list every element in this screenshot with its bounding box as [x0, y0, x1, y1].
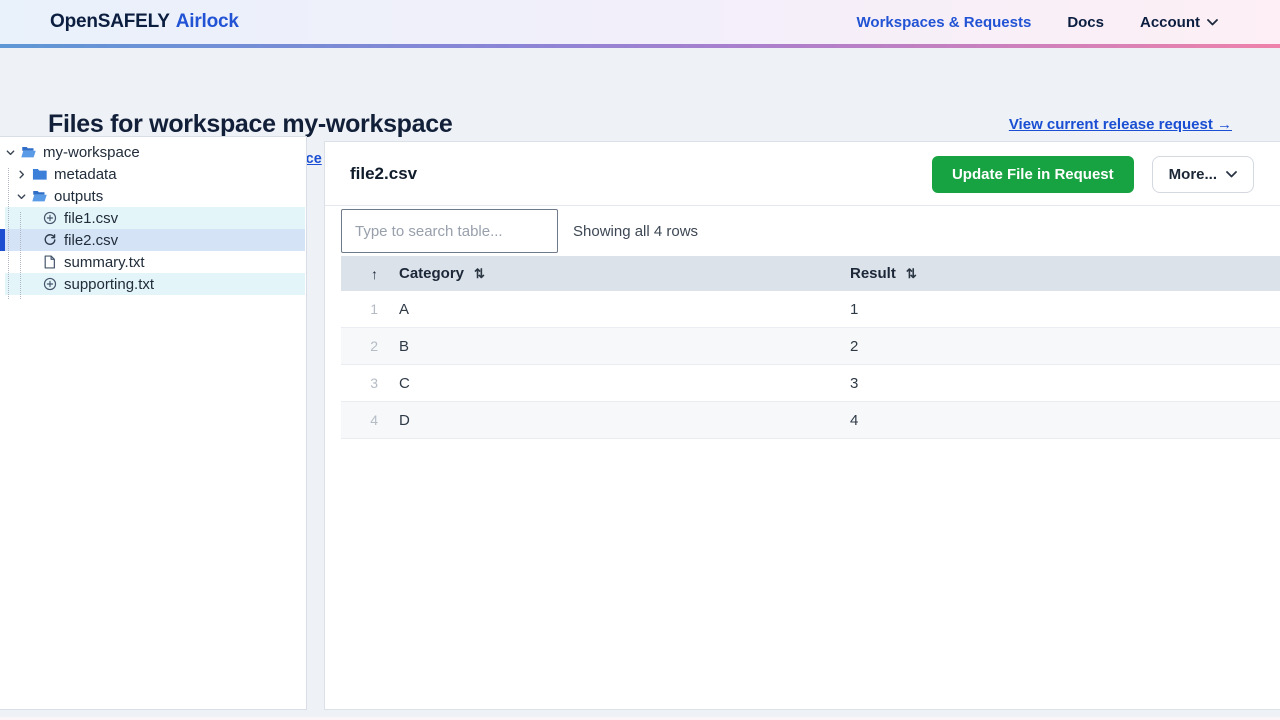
- tree-item-outputs[interactable]: outputs: [0, 185, 306, 207]
- nav-account-menu[interactable]: Account: [1140, 14, 1218, 31]
- sort-toggle-icon: ⇅: [906, 266, 917, 282]
- chevron-right-icon[interactable]: [15, 168, 27, 180]
- category-column-header[interactable]: Category ⇅: [383, 265, 850, 282]
- top-nav: OpenSAFELY Airlock Workspaces & Requests …: [0, 0, 1280, 44]
- more-button-label: More...: [1169, 166, 1217, 183]
- nav-workspaces-requests[interactable]: Workspaces & Requests: [857, 14, 1032, 31]
- nav-docs[interactable]: Docs: [1067, 14, 1104, 31]
- brand-name: OpenSAFELY: [50, 11, 170, 32]
- row-number: 1: [341, 301, 383, 317]
- table-row: 3 C 3: [341, 365, 1280, 402]
- document-icon: [42, 255, 57, 270]
- table-header-row: ↑ Category ⇅ Result ⇅: [341, 256, 1280, 291]
- result-column-header[interactable]: Result ⇅: [850, 265, 1280, 282]
- tree-item-supporting-txt[interactable]: supporting.txt: [0, 273, 306, 295]
- nav-links: Workspaces & Requests Docs Account: [857, 14, 1218, 31]
- row-number: 3: [341, 375, 383, 391]
- table-toolbar: Showing all 4 rows: [325, 206, 1280, 256]
- chevron-down-icon[interactable]: [15, 190, 27, 202]
- row-number: 4: [341, 412, 383, 428]
- brand-product: Airlock: [176, 11, 239, 32]
- column-header-label: Result: [850, 265, 896, 282]
- table-row: 2 B 2: [341, 328, 1280, 365]
- plus-circle-icon: [42, 277, 57, 292]
- tree-item-label: supporting.txt: [64, 276, 154, 293]
- chevron-down-icon[interactable]: [4, 146, 16, 158]
- plus-circle-icon: [42, 211, 57, 226]
- folder-closed-icon: [32, 167, 47, 182]
- folder-open-icon: [32, 189, 47, 204]
- category-cell: A: [383, 301, 850, 318]
- brand-logo[interactable]: OpenSAFELY Airlock: [50, 11, 239, 33]
- result-cell: 1: [850, 301, 1280, 318]
- row-number: 2: [341, 338, 383, 354]
- chevron-down-icon: [1226, 171, 1237, 178]
- update-pending-icon: [42, 233, 57, 248]
- tree-item-label: metadata: [54, 166, 117, 183]
- nav-account-label: Account: [1140, 14, 1200, 31]
- rows-summary: Showing all 4 rows: [573, 206, 698, 256]
- sort-toggle-icon: ⇅: [474, 266, 485, 282]
- tree-item-metadata[interactable]: metadata: [0, 163, 306, 185]
- column-header-label: Category: [399, 265, 464, 282]
- category-cell: C: [383, 375, 850, 392]
- result-cell: 2: [850, 338, 1280, 355]
- tree-item-label: file1.csv: [64, 210, 118, 227]
- result-cell: 4: [850, 412, 1280, 429]
- file-tree-sidebar: my-workspace metadata: [0, 136, 307, 710]
- csv-data-table: ↑ Category ⇅ Result ⇅ 1 A 1 2 B 2 3 C 3: [341, 256, 1280, 439]
- table-row: 1 A 1: [341, 291, 1280, 328]
- category-cell: D: [383, 412, 850, 429]
- chevron-down-icon: [1207, 19, 1218, 26]
- table-search-input[interactable]: [341, 209, 558, 253]
- tree-item-label: my-workspace: [43, 144, 140, 161]
- tree-item-label: summary.txt: [64, 254, 145, 271]
- row-number-sort-header[interactable]: ↑: [341, 266, 383, 282]
- category-cell: B: [383, 338, 850, 355]
- result-cell: 3: [850, 375, 1280, 392]
- tree-item-file1-csv[interactable]: file1.csv: [0, 207, 306, 229]
- tree-item-file2-csv[interactable]: file2.csv: [0, 229, 306, 251]
- file-actions: Update File in Request More...: [932, 156, 1254, 193]
- tree-item-label: file2.csv: [64, 232, 118, 249]
- update-file-in-request-button[interactable]: Update File in Request: [932, 156, 1134, 193]
- tree-item-my-workspace[interactable]: my-workspace: [0, 141, 306, 163]
- table-row: 4 D 4: [341, 402, 1280, 439]
- file-tree: my-workspace metadata: [0, 141, 306, 295]
- more-actions-button[interactable]: More...: [1152, 156, 1254, 193]
- folder-open-icon: [21, 145, 36, 160]
- file-content-panel: file2.csv Update File in Request More...…: [324, 141, 1280, 710]
- tree-item-summary-txt[interactable]: summary.txt: [0, 251, 306, 273]
- file-panel-header: file2.csv Update File in Request More...: [325, 142, 1280, 206]
- sort-ascending-icon: ↑: [371, 266, 378, 282]
- tree-item-label: outputs: [54, 188, 103, 205]
- page-header: Files for workspace my-workspace View al…: [0, 48, 1280, 136]
- view-current-release-request-link[interactable]: View current release request →: [1009, 116, 1232, 133]
- file-title: file2.csv: [350, 142, 417, 205]
- page-title: Files for workspace my-workspace: [48, 110, 452, 139]
